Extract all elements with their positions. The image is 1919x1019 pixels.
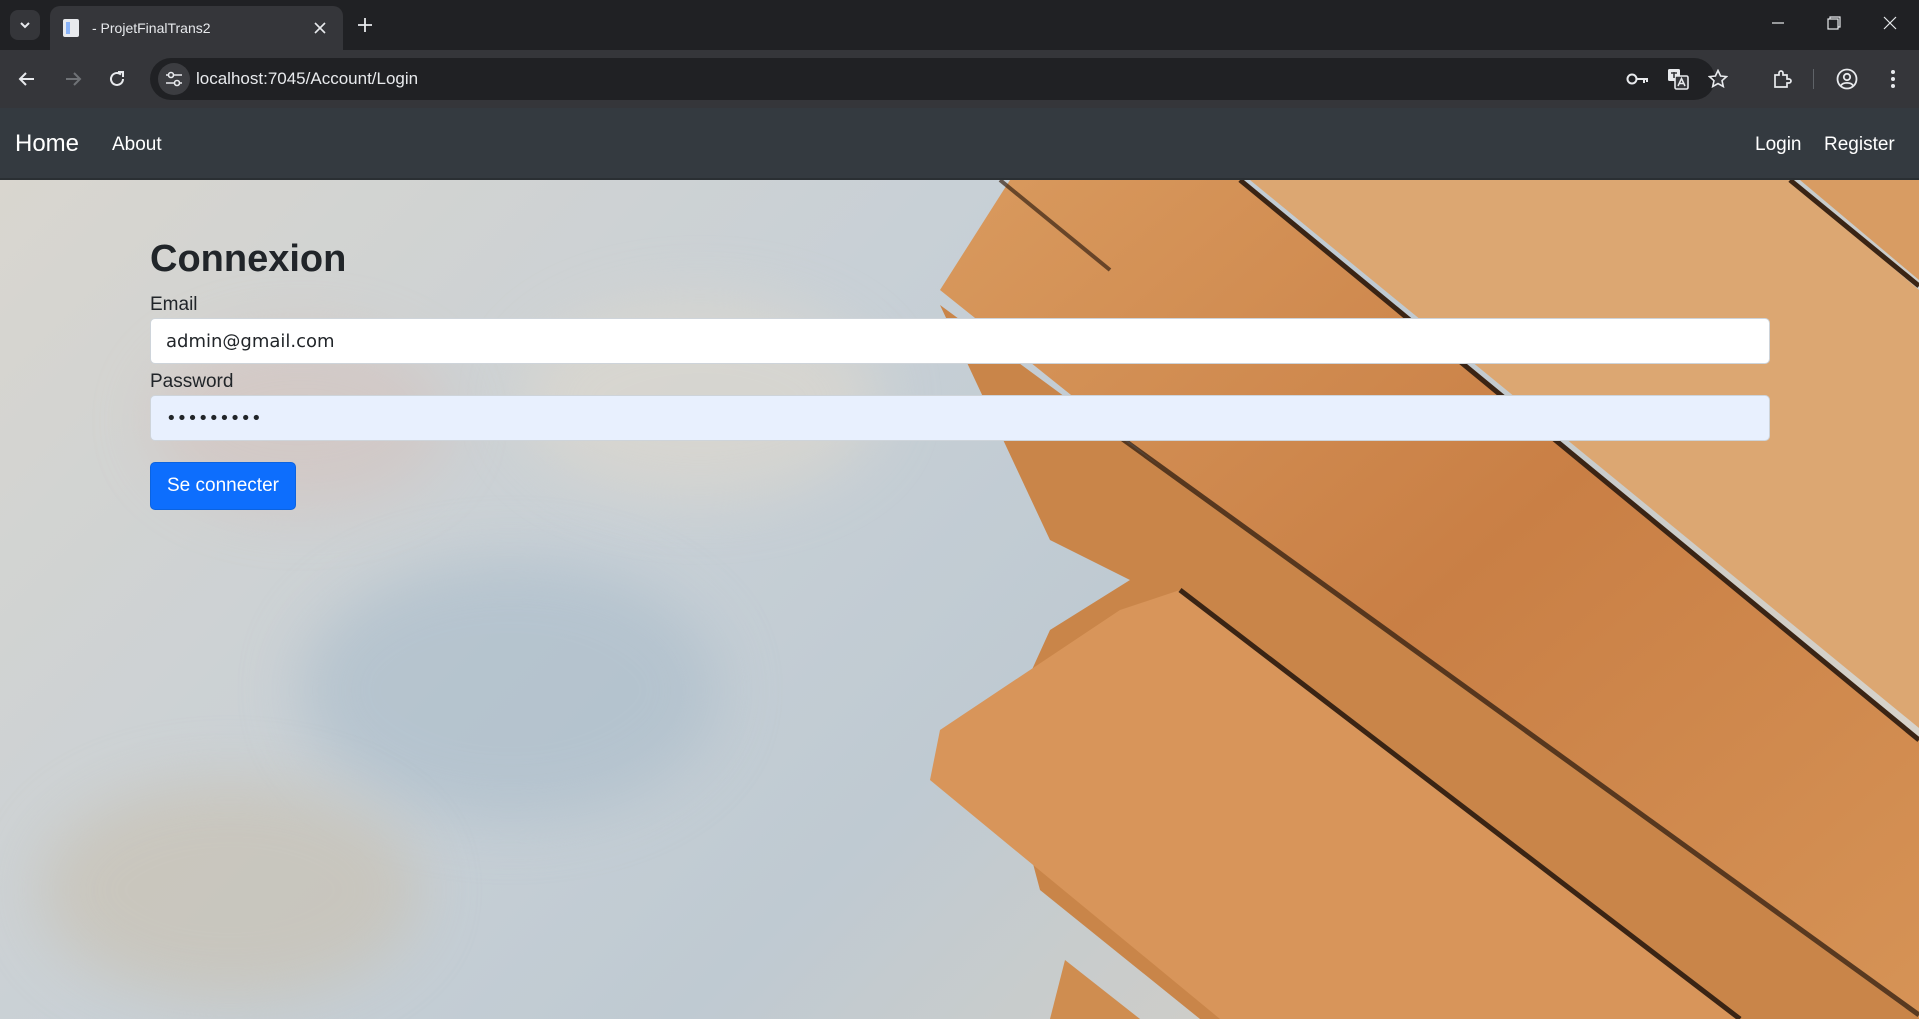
web-page: Home About Login Register Connexion Emai… <box>0 108 1919 1019</box>
tab-search-button[interactable] <box>10 10 40 40</box>
tab-close-button[interactable] <box>309 17 331 39</box>
translate-button[interactable] <box>1664 65 1692 93</box>
nav-link-register[interactable]: Register <box>1824 134 1895 156</box>
chevron-down-icon <box>20 22 30 29</box>
email-field[interactable]: admin@gmail.com <box>150 318 1770 364</box>
tab-title: - ProjetFinalTrans2 <box>92 20 211 36</box>
navbar-brand-home[interactable]: Home <box>15 130 79 158</box>
forward-button[interactable] <box>57 63 89 95</box>
close-icon <box>1883 16 1897 30</box>
bookmark-star-button[interactable] <box>1704 65 1732 93</box>
profile-button[interactable] <box>1831 63 1863 95</box>
star-icon <box>1708 69 1728 89</box>
minimize-icon <box>1772 22 1784 24</box>
extensions-button[interactable] <box>1766 63 1798 95</box>
url-text: localhost:7045/Account/Login <box>196 69 419 88</box>
close-window-button[interactable] <box>1862 0 1918 46</box>
site-info-button[interactable] <box>158 63 190 95</box>
wood-planks-decoration <box>930 180 1919 1019</box>
reload-button[interactable] <box>101 63 133 95</box>
back-button[interactable] <box>11 63 43 95</box>
address-bar[interactable]: localhost:7045/Account/Login <box>150 58 1728 100</box>
page-title: Connexion <box>150 238 347 280</box>
kebab-menu-icon <box>1891 70 1895 88</box>
arrow-right-icon <box>66 72 82 86</box>
key-icon <box>1626 73 1648 85</box>
restore-button[interactable] <box>1806 0 1862 46</box>
minimize-button[interactable] <box>1750 0 1806 46</box>
browser-menu-button[interactable] <box>1877 63 1909 95</box>
nav-link-about[interactable]: About <box>112 134 162 156</box>
puzzle-icon <box>1774 70 1792 88</box>
browser-tab[interactable]: - ProjetFinalTrans2 <box>50 6 343 50</box>
reload-icon <box>110 71 124 86</box>
toolbar-divider <box>1813 69 1814 89</box>
arrow-left-icon <box>18 72 34 86</box>
password-field[interactable]: ••••••••• <box>150 395 1770 441</box>
site-navbar: Home About Login Register <box>0 108 1919 180</box>
new-tab-button[interactable] <box>352 12 378 38</box>
restore-icon <box>1827 16 1841 30</box>
tune-icon <box>166 71 182 87</box>
translate-icon <box>1668 69 1689 90</box>
background-image <box>0 180 1919 1019</box>
browser-toolbar: localhost:7045/Account/Login <box>0 50 1919 108</box>
document-icon <box>63 19 79 37</box>
nav-link-login[interactable]: Login <box>1755 134 1802 156</box>
account-circle-icon <box>1836 68 1858 90</box>
password-label: Password <box>150 371 234 392</box>
plus-icon <box>358 18 372 32</box>
browser-tabstrip: - ProjetFinalTrans2 <box>0 0 1919 50</box>
close-icon <box>314 22 326 34</box>
submit-button[interactable]: Se connecter <box>150 462 296 510</box>
password-key-button[interactable] <box>1624 65 1652 93</box>
email-label: Email <box>150 294 198 315</box>
